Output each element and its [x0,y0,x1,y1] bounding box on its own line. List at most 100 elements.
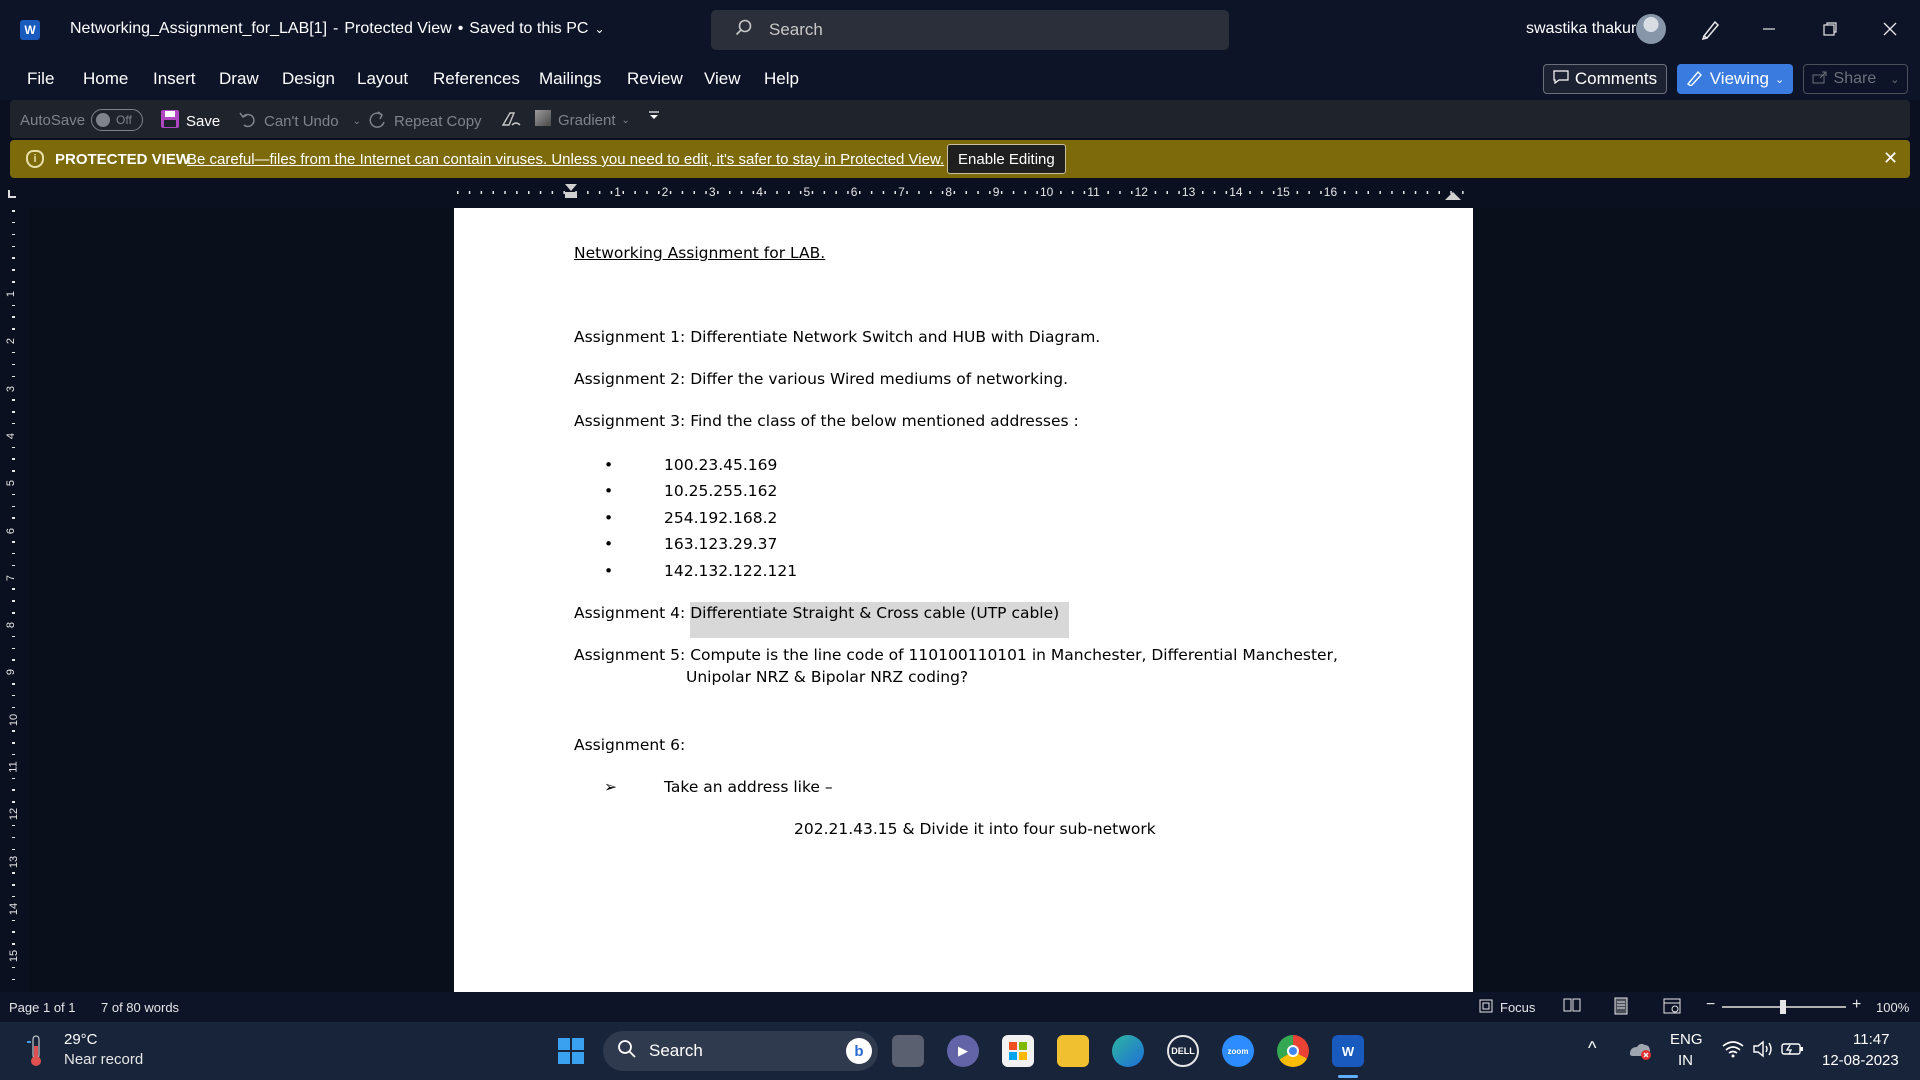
ruler-ticks [457,184,1464,200]
word-count[interactable]: 7 of 80 words [101,1000,179,1015]
restore-icon[interactable] [1815,14,1845,44]
page-count[interactable]: Page 1 of 1 [9,1000,76,1015]
repeat-button[interactable]: Repeat Copy [368,109,482,133]
taskbar-search[interactable]: Search b [603,1031,878,1071]
minimize-icon[interactable] [1754,14,1784,44]
ruler-tick [12,753,15,756]
weather-temp[interactable]: 29°C [64,1031,98,1048]
title-bullet: • [457,20,464,37]
close-icon[interactable]: ✕ [1883,148,1898,169]
tab-review[interactable]: Review [627,69,683,89]
chevron-down-icon: ⌄ [352,115,361,127]
zoom-app-icon[interactable]: zoom [1222,1035,1254,1067]
vertical-ruler[interactable]: 1 2 3 4 5 6 7 8 9 10 11 12 13 14 15 [5,210,22,990]
battery-icon[interactable] [1781,1041,1805,1062]
chrome-icon[interactable] [1277,1035,1309,1067]
document-title[interactable]: Networking_Assignment_for_LAB[1] - Prote… [70,20,605,38]
zoom-slider-thumb[interactable] [1780,1000,1786,1014]
edge-browser-icon[interactable] [1112,1035,1144,1067]
pen-icon[interactable] [1696,14,1726,44]
tab-draw[interactable]: Draw [219,69,259,89]
ruler-tick [12,541,15,543]
tab-insert[interactable]: Insert [153,69,196,89]
zoom-level[interactable]: 100% [1876,1000,1909,1015]
volume-icon[interactable] [1752,1039,1774,1064]
customize-toolbar-button[interactable] [648,109,660,126]
ruler-tick [12,316,15,318]
ruler-tick [12,635,15,638]
ruler-number: 5 [5,480,18,487]
ruler-tick [12,789,15,791]
ruler-number: 3 [5,385,18,392]
comments-button[interactable]: Comments [1543,64,1667,94]
share-button[interactable]: Share ⌄ [1803,64,1908,94]
ruler-number: 4 [755,185,764,199]
chevron-down-icon: ⌄ [621,114,630,126]
gradient-button[interactable]: Gradient ⌄ [534,109,630,131]
microsoft-store-icon[interactable] [1002,1035,1034,1067]
ruler-number: 3 [707,185,717,199]
user-name[interactable]: swastika thakur [1526,20,1636,38]
ruler-number: 6 [5,527,18,534]
dell-icon[interactable]: DELL [1167,1035,1199,1067]
selected-text[interactable]: Differentiate Straight & Cross cable (UT… [690,602,1070,638]
web-layout-icon[interactable] [1663,997,1681,1018]
comments-label: Comments [1574,69,1658,88]
print-layout-icon[interactable] [1613,997,1629,1018]
tab-design[interactable]: Design [282,69,335,89]
close-icon[interactable] [1875,14,1905,44]
bing-icon: b [846,1038,872,1064]
clock-time[interactable]: 11:47 [1853,1031,1889,1048]
address-item: 142.132.122.121 [664,562,798,580]
document-page[interactable]: Networking Assignment for LAB. Assignmen… [454,208,1473,992]
tab-layout[interactable]: Layout [357,69,408,89]
gradient-icon [534,109,552,131]
onedrive-error-icon[interactable] [1626,1038,1654,1067]
zoom-out-button[interactable]: − [1706,996,1715,1014]
protected-view-message-link[interactable]: Be careful—files from the Internet can c… [187,151,944,168]
read-mode-icon[interactable] [1563,997,1581,1016]
tab-home[interactable]: Home [83,69,128,89]
address-item: 254.192.168.2 [664,509,778,527]
avatar[interactable] [1636,14,1666,44]
zoom-in-button[interactable]: + [1852,996,1861,1014]
horizontal-ruler[interactable]: 1 2 3 4 5 6 7 8 9 10 11 12 13 14 15 16 [453,182,1473,204]
ruler-number: 4 [5,432,18,439]
tab-mailings[interactable]: Mailings [539,69,601,89]
chevron-up-icon[interactable]: ^ [1588,1038,1596,1059]
assignment-4-label: Assignment 4: [574,604,686,622]
word-app-icon[interactable]: W [1332,1035,1364,1067]
windows-start-icon[interactable] [555,1035,587,1067]
ruler-tick [12,210,15,212]
arrow-bullet-icon: ➢ [604,778,617,796]
tab-help[interactable]: Help [764,69,799,89]
tab-file[interactable]: File [27,69,54,89]
wifi-icon[interactable] [1722,1040,1744,1063]
save-button[interactable]: Save [160,109,220,133]
autosave-switch[interactable]: Off [91,109,144,131]
language-region[interactable]: IN [1678,1052,1693,1069]
tab-selector[interactable] [8,190,16,198]
format-painter-icon [500,109,522,133]
language-code[interactable]: ENG [1670,1031,1703,1048]
tab-view[interactable]: View [704,69,741,89]
viewing-mode-button[interactable]: Viewing ⌄ [1677,64,1793,94]
autosave-toggle[interactable]: AutoSave Off [20,109,144,131]
ruler-tick [12,422,15,425]
weather-status[interactable]: Near record [64,1051,143,1068]
tab-references[interactable]: References [433,69,520,89]
doc-status: Protected View [344,20,452,37]
format-painter-button[interactable] [500,109,522,133]
undo-button[interactable]: Can't Undo ⌄ [238,109,361,133]
focus-button[interactable]: Focus [1478,998,1535,1017]
ruler-number: 2 [660,185,670,199]
file-explorer-icon[interactable] [1057,1035,1089,1067]
enable-editing-button[interactable]: Enable Editing [947,144,1066,174]
teams-chat-icon[interactable]: ▶ [947,1035,979,1067]
clock-date[interactable]: 12-08-2023 [1822,1052,1899,1069]
gradient-label: Gradient [558,111,616,129]
task-view-icon[interactable] [892,1035,924,1067]
search-input[interactable]: Search [711,10,1229,50]
ruler-tick [12,363,15,366]
focus-icon [1478,998,1494,1017]
